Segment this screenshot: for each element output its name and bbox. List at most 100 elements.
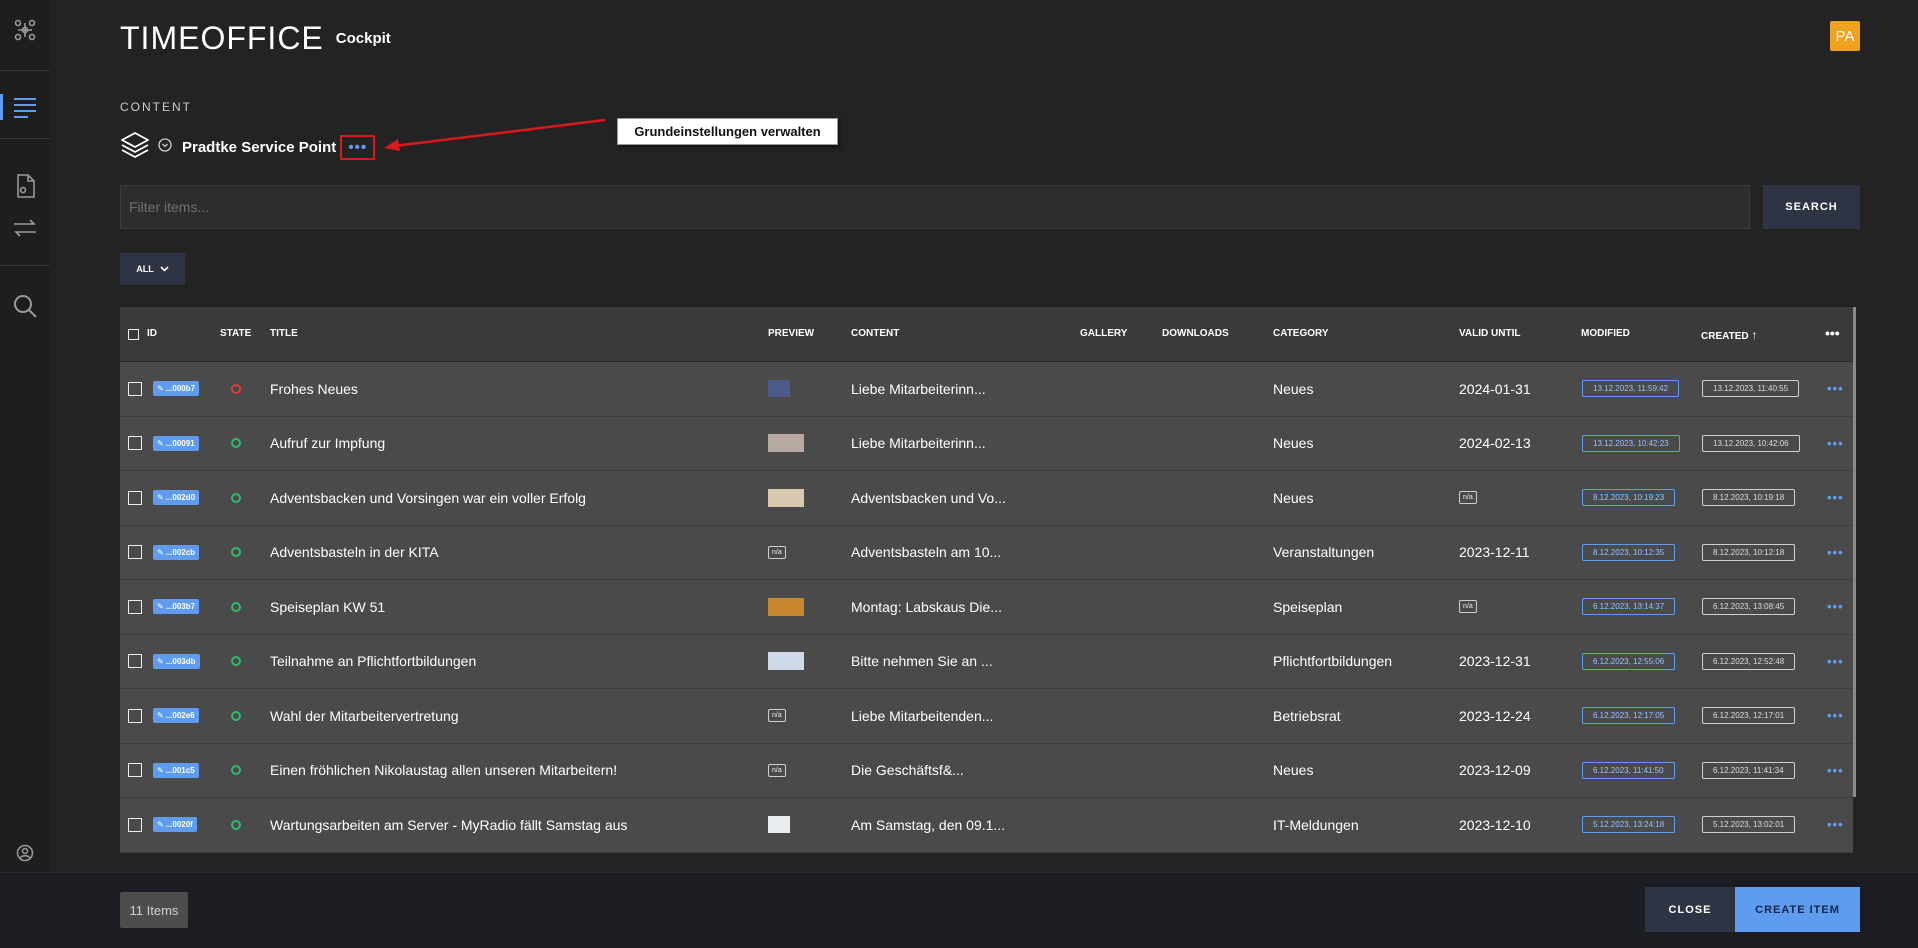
item-title[interactable]: Adventsbasteln in der KITA (270, 526, 439, 580)
document-icon[interactable] (11, 172, 39, 200)
preview-thumbnail[interactable] (768, 434, 804, 453)
preview-thumbnail[interactable] (768, 652, 804, 671)
row-options-icon[interactable]: ••• (1827, 763, 1844, 778)
search-icon[interactable] (11, 292, 39, 320)
row-checkbox[interactable] (128, 744, 142, 798)
account-icon[interactable] (11, 839, 39, 867)
column-header-downloads[interactable]: DOWNLOADS (1162, 328, 1229, 339)
column-header-id[interactable]: ID (147, 328, 157, 339)
table-scrollbar[interactable] (1853, 307, 1856, 797)
item-category: IT-Meldungen (1273, 816, 1359, 833)
preview-thumbnail[interactable] (768, 597, 804, 616)
search-input[interactable] (120, 185, 1750, 229)
preview-thumbnail[interactable] (768, 816, 790, 834)
item-title[interactable]: Wahl der Mitarbeitervertretung (270, 689, 459, 743)
table-row[interactable]: ✎ ...002e6 Wahl der Mitarbeitervertretung n… (120, 689, 1853, 744)
section-label: CONTENT (120, 100, 192, 114)
row-options-icon[interactable]: ••• (1827, 436, 1844, 451)
id-badge[interactable]: ✎ ...00091 (153, 435, 199, 451)
column-options-icon[interactable]: ••• (1825, 325, 1840, 341)
create-item-button[interactable]: CREATE ITEM (1735, 887, 1860, 932)
row-checkbox[interactable] (128, 580, 142, 634)
filter-dropdown[interactable]: ALL (120, 253, 185, 285)
table-body: ✎ ...000b7 Frohes Neues Liebe Mitarbeiterin… (120, 362, 1853, 853)
item-id: ...002cb (165, 547, 196, 557)
row-options-icon[interactable]: ••• (1827, 817, 1844, 832)
valid-until: 2023-12-10 (1459, 816, 1531, 833)
row-options-icon[interactable]: ••• (1827, 545, 1844, 560)
table-row[interactable]: ✎ ...002cb Adventsbasteln in der KITA n/a Ad… (120, 525, 1853, 580)
id-badge[interactable]: ✎ ...002e6 (153, 708, 199, 724)
edit-pencil-icon: ✎ (157, 820, 164, 830)
row-options-icon[interactable]: ••• (1827, 708, 1844, 723)
modified-date: 5.12.2023, 13:24:18 (1582, 816, 1676, 834)
select-all-checkbox[interactable] (128, 329, 139, 340)
row-checkbox[interactable] (128, 635, 142, 689)
preview-thumbnail[interactable] (768, 488, 804, 507)
row-options-icon[interactable]: ••• (1827, 599, 1844, 614)
item-title[interactable]: Frohes Neues (270, 362, 358, 416)
row-options-icon[interactable]: ••• (1827, 654, 1844, 669)
valid-until: 2024-02-13 (1459, 435, 1531, 452)
edit-pencil-icon: ✎ (157, 602, 164, 612)
item-content: Die Geschäftsf&... (851, 762, 964, 779)
content-list-icon[interactable] (11, 93, 39, 121)
id-badge[interactable]: ✎ ...002cb (153, 544, 200, 560)
item-title[interactable]: Wartungsarbeiten am Server - MyRadio fäl… (270, 798, 627, 852)
id-badge[interactable]: ✎ ...003b7 (153, 599, 200, 615)
table-row[interactable]: ✎ ...003db Teilnahme an Pflichtfortbildung… (120, 634, 1853, 689)
sidebar-active-indicator (0, 94, 3, 120)
created-date: 6.12.2023, 12:52:48 (1702, 652, 1796, 670)
item-category: Pflichtfortbildungen (1273, 653, 1393, 670)
column-header-category[interactable]: CATEGORY (1273, 328, 1329, 339)
table-row[interactable]: ✎ ...0020f Wartungsarbeiten am Server - My… (120, 798, 1853, 853)
id-badge[interactable]: ✎ ...002d0 (153, 490, 200, 506)
state-indicator-icon (231, 601, 241, 612)
row-checkbox[interactable] (128, 689, 142, 743)
column-header-state[interactable]: STATE (220, 328, 251, 339)
valid-until: 2023-12-09 (1459, 762, 1531, 779)
table-row[interactable]: ✎ ...003b7 Speiseplan KW 51 Montag: Labskau… (120, 580, 1853, 635)
column-header-preview[interactable]: PREVIEW (768, 328, 814, 339)
row-checkbox[interactable] (128, 471, 142, 525)
id-badge[interactable]: ✎ ...000b7 (153, 381, 200, 397)
column-header-valid-until[interactable]: VALID UNTIL (1459, 328, 1520, 339)
sync-arrows-icon[interactable] (11, 214, 39, 242)
modified-date: 6.12.2023, 13:14:37 (1582, 598, 1676, 616)
row-checkbox[interactable] (128, 526, 142, 580)
item-title[interactable]: Speiseplan KW 51 (270, 580, 385, 634)
column-header-modified[interactable]: MODIFIED (1581, 328, 1630, 339)
nodes-icon[interactable] (11, 16, 39, 44)
item-id: ...003b7 (165, 602, 196, 612)
chevron-circle-icon[interactable] (158, 137, 172, 157)
row-checkbox[interactable] (128, 362, 142, 416)
id-badge[interactable]: ✎ ...001c5 (153, 762, 199, 778)
id-badge[interactable]: ✎ ...0020f (153, 817, 197, 833)
item-category: Betriebsrat (1273, 707, 1341, 724)
avatar[interactable]: PA (1830, 21, 1860, 51)
search-button[interactable]: SEARCH (1763, 185, 1860, 229)
table-row[interactable]: ✎ ...00091 Aufruf zur Impfung Liebe Mitarbe… (120, 416, 1853, 471)
item-title[interactable]: Aufruf zur Impfung (270, 417, 385, 471)
item-title[interactable]: Einen fröhlichen Nikolaustag allen unser… (270, 744, 617, 798)
logo-text: TIMEOFFICE (120, 20, 324, 56)
item-title[interactable]: Adventsbacken und Vorsingen war ein voll… (270, 471, 586, 525)
item-title[interactable]: Teilnahme an Pflichtfortbildungen (270, 635, 476, 689)
column-header-title[interactable]: TITLE (270, 328, 298, 339)
preview-na: n/a (768, 709, 786, 723)
settings-more-button[interactable]: ••• (340, 134, 376, 160)
table-row[interactable]: ✎ ...000b7 Frohes Neues Liebe Mitarbeiterin… (120, 362, 1853, 417)
column-header-content[interactable]: CONTENT (851, 328, 899, 339)
table-row[interactable]: ✎ ...001c5 Einen fröhlichen Nikolaustag al… (120, 743, 1853, 798)
preview-thumbnail[interactable] (768, 380, 790, 398)
row-options-icon[interactable]: ••• (1827, 490, 1844, 505)
id-badge[interactable]: ✎ ...003db (153, 653, 200, 669)
column-header-created[interactable]: CREATED ↑ (1701, 328, 1757, 342)
page-title: Pradtke Service Point (182, 138, 337, 156)
row-checkbox[interactable] (128, 417, 142, 471)
close-button[interactable]: CLOSE (1645, 887, 1735, 932)
table-row[interactable]: ✎ ...002d0 Adventsbacken und Vorsingen war… (120, 471, 1853, 526)
row-checkbox[interactable] (128, 798, 142, 852)
column-header-gallery[interactable]: GALLERY (1080, 328, 1127, 339)
row-options-icon[interactable]: ••• (1827, 381, 1844, 396)
